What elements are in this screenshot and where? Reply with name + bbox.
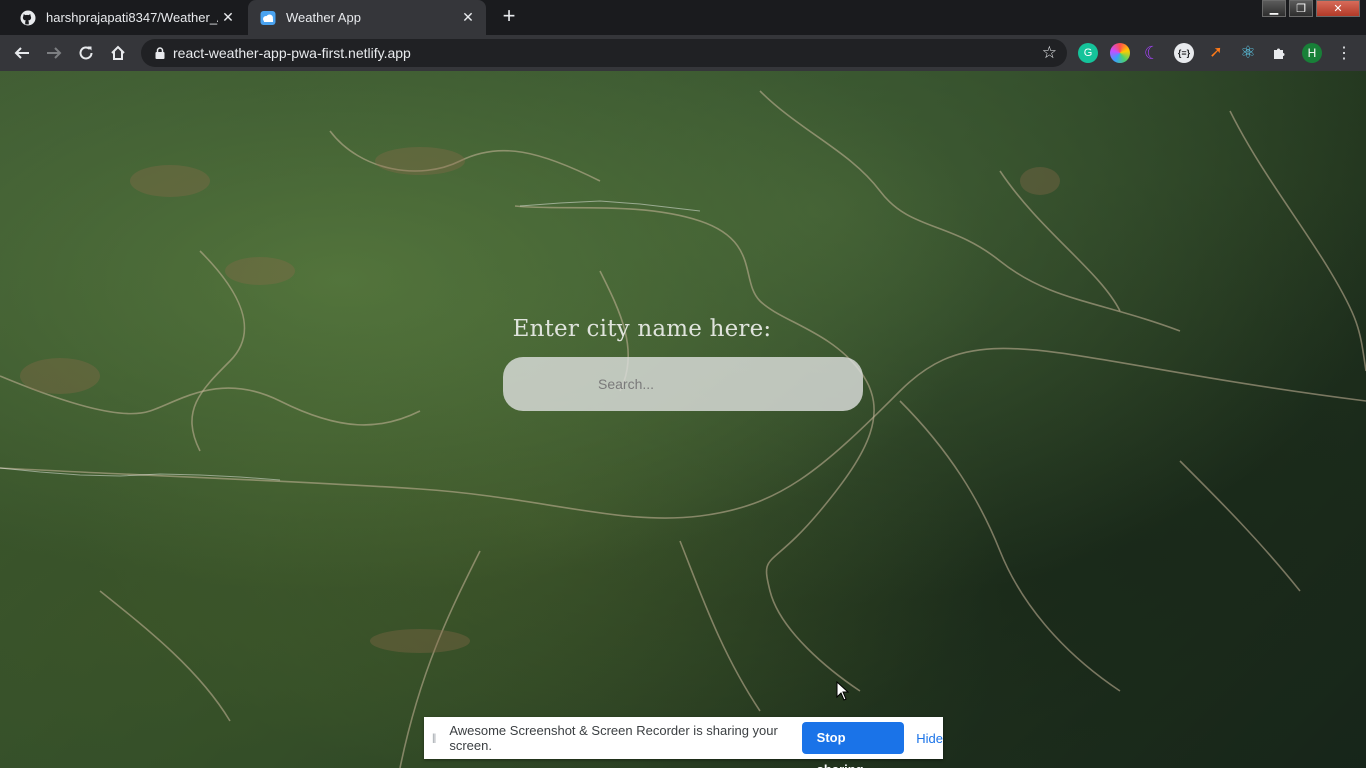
react-devtools-icon[interactable]: ⚛ [1238,43,1258,63]
grammarly-icon[interactable]: G [1078,43,1098,63]
tab-weather-app[interactable]: Weather App ✕ [248,0,486,35]
github-icon [20,10,36,25]
sharing-message: Awesome Screenshot & Screen Recorder is … [449,723,778,753]
forward-arrow-icon[interactable] [42,41,66,65]
new-tab-plus-icon[interactable]: + [498,5,520,28]
close-window-icon[interactable]: ✕ [1316,0,1360,17]
mouse-cursor-icon [836,681,850,701]
colorful-circle-icon[interactable] [1110,43,1130,63]
more-menu-icon[interactable]: ⋮ [1336,43,1352,63]
page-heading: Enter city name here: [0,316,1366,342]
home-icon[interactable] [106,41,130,65]
tab-github[interactable]: harshprajapati8347/Weather_App ✕ [8,0,246,35]
stop-sharing-button[interactable]: Stop sharing [801,722,905,768]
close-tab-icon[interactable]: ✕ [218,9,238,26]
reload-icon[interactable] [74,41,98,65]
tab-title: Weather App [286,10,361,25]
back-arrow-icon[interactable] [10,41,34,65]
browser-toolbar: react-weather-app-pwa-first.netlify.app … [0,35,1366,71]
tab-title: harshprajapati8347/Weather_App [46,10,218,25]
page-background: Enter city name here: || Awesome Screens… [0,71,1366,768]
close-tab-icon[interactable]: ✕ [458,9,478,26]
extensions-puzzle-icon[interactable] [1270,43,1290,63]
city-search-input[interactable] [503,357,863,411]
minimize-icon[interactable]: ▁ [1262,0,1286,17]
bookmark-star-icon[interactable]: ☆ [1042,43,1057,63]
lock-icon [155,47,165,59]
dark-mode-moon-icon[interactable]: ☾ [1142,43,1162,63]
browser-titlebar: harshprajapati8347/Weather_App ✕ Weather… [0,0,1366,35]
json-braces-icon[interactable]: {≡} [1174,43,1194,63]
weather-cloud-icon [260,10,276,25]
page-heading-text: Enter city name here: [512,316,772,342]
window-controls: ▁ ❐ ✕ [1259,0,1360,20]
restore-icon[interactable]: ❐ [1289,0,1313,17]
url-text: react-weather-app-pwa-first.netlify.app [173,45,411,61]
drag-grip-icon[interactable]: || [432,733,439,744]
hide-button[interactable]: Hide [916,731,943,746]
aerial-terrain-image [0,90,1366,768]
profile-avatar[interactable]: H [1302,43,1322,63]
screenshot-arrow-icon[interactable]: ➚ [1206,43,1226,63]
address-bar[interactable]: react-weather-app-pwa-first.netlify.app … [141,39,1067,67]
screen-sharing-bar: || Awesome Screenshot & Screen Recorder … [424,717,943,768]
